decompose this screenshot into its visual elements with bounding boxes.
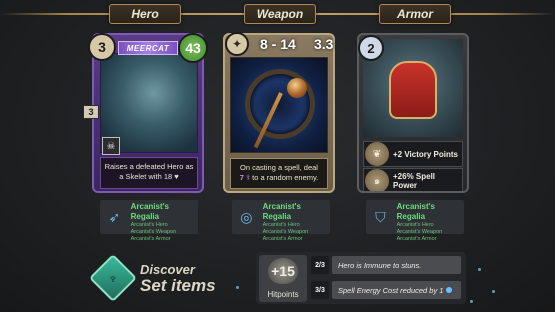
tab-weapon[interactable]: Weapon bbox=[244, 4, 316, 24]
portal-ring bbox=[245, 69, 315, 139]
weapon-speed: 3.3 bbox=[314, 36, 334, 52]
hitpoints-label: Hitpoints bbox=[267, 290, 299, 299]
set-piece: Arcanist's Weapon bbox=[396, 229, 443, 235]
set-piece: Arcanist's Armor bbox=[262, 236, 303, 242]
staff-orb bbox=[287, 78, 307, 98]
weapon-desc-pre: On casting a spell, deal bbox=[240, 163, 318, 172]
weapon-desc-num: 7 bbox=[239, 173, 244, 182]
bonus-row: 2/3 Hero is Immune to stuns. bbox=[311, 256, 461, 274]
set-items-label: Set items bbox=[140, 276, 216, 295]
set-piece: Arcanist's Hero bbox=[130, 222, 168, 228]
spark-decoration bbox=[492, 290, 495, 293]
bonus-text: Hero is Immune to stuns. bbox=[332, 256, 461, 274]
helm-icon: ♆ bbox=[107, 270, 119, 286]
spark-decoration bbox=[236, 286, 239, 289]
swirl-icon: ๑ bbox=[365, 169, 389, 191]
spark-decoration bbox=[478, 268, 481, 271]
hero-name: MEERCAT bbox=[118, 41, 178, 55]
hero-armor-badge: 3 bbox=[83, 105, 99, 119]
bonus-text-container: Spell Energy Cost reduced by 1 bbox=[332, 281, 461, 299]
weapon-desc-post: to a random enemy. bbox=[252, 173, 319, 182]
set-armor[interactable]: ⛉ Arcanist's Regalia Arcanist's Hero Arc… bbox=[366, 200, 464, 242]
tab-armor[interactable]: Armor bbox=[379, 4, 451, 24]
bonus-fraction: 3/3 bbox=[311, 281, 329, 299]
bonus-fraction: 2/3 bbox=[311, 256, 329, 274]
heart-icon: +15 bbox=[268, 258, 298, 284]
hero-description-text: Raises a defeated Hero as a Skelet with … bbox=[104, 162, 194, 181]
red-cloak bbox=[389, 61, 437, 119]
set-piece: Arcanist's Weapon bbox=[130, 229, 177, 235]
skull-icon: ☠ bbox=[102, 137, 120, 155]
set-title: Arcanist's Regalia bbox=[262, 202, 301, 221]
spark-decoration bbox=[470, 300, 473, 303]
hero-cost: 3 bbox=[88, 33, 116, 61]
armor-stat1-text: +2 Victory Points bbox=[393, 149, 458, 159]
tab-hero[interactable]: Hero bbox=[109, 4, 181, 24]
bonus-text: Spell Energy Cost reduced by 1 bbox=[338, 285, 444, 295]
hat-icon: ⛉ bbox=[375, 208, 386, 225]
heart-icon: ♥ bbox=[174, 172, 179, 181]
set-piece: Arcanist's Hero bbox=[262, 222, 300, 228]
set-piece: Arcanist's Hero bbox=[396, 222, 434, 228]
set-piece: Arcanist's Armor bbox=[396, 236, 437, 242]
discover-label: Discover bbox=[140, 262, 195, 277]
hero-health: 43 bbox=[178, 33, 208, 63]
set-title: Arcanist's Regalia bbox=[130, 202, 169, 221]
set-piece: Arcanist's Weapon bbox=[262, 229, 309, 235]
set-piece: Arcanist's Armor bbox=[130, 236, 171, 242]
laurel-icon: ❦ bbox=[365, 142, 389, 166]
bracer-icon: ➶ bbox=[108, 208, 121, 225]
weapon-damage: 8 - 14 bbox=[260, 36, 296, 52]
bonus-row: 3/3 Spell Energy Cost reduced by 1 bbox=[311, 281, 461, 299]
weapon-card[interactable]: On casting a spell, deal 7 ⚕ to a random… bbox=[223, 33, 335, 193]
set-hero[interactable]: ➶ Arcanist's Regalia Arcanist's Hero Arc… bbox=[100, 200, 198, 242]
weapon-art bbox=[230, 57, 328, 153]
armor-stat2-text: +26% Spell Power bbox=[393, 172, 435, 190]
magic-icon: ⚕ bbox=[245, 173, 251, 182]
staff-icon: ✦ bbox=[225, 32, 249, 56]
armor-cost: 2 bbox=[358, 35, 384, 61]
hero-description: Raises a defeated Hero as a Skelet with … bbox=[100, 157, 198, 189]
set-title: Arcanist's Regalia bbox=[396, 202, 435, 221]
armor-stat2-line1: +26% Spell bbox=[393, 172, 436, 181]
armor-stat-spell-power: ๑ +26% Spell Power bbox=[363, 168, 463, 191]
weapon-description: On casting a spell, deal 7 ⚕ to a random… bbox=[230, 158, 328, 189]
armor-stat2-line2: Power bbox=[393, 181, 418, 190]
armor-stat-victory-points: ❦ +2 Victory Points bbox=[363, 141, 463, 167]
ring-icon: ◎ bbox=[240, 208, 253, 225]
set-weapon[interactable]: ◎ Arcanist's Regalia Arcanist's Hero Arc… bbox=[232, 200, 330, 242]
energy-icon bbox=[446, 287, 453, 293]
